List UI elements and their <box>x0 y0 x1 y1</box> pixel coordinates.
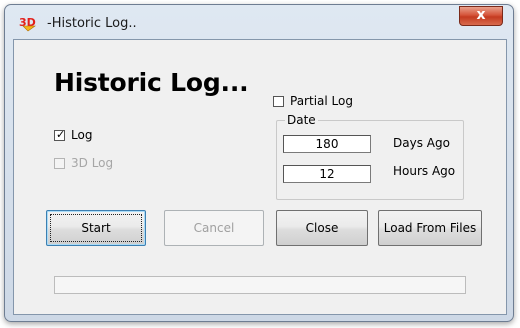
load-from-files-button[interactable]: Load From Files <box>378 210 482 246</box>
window-title: -Historic Log.. <box>47 16 137 31</box>
focus-rectangle <box>50 214 142 242</box>
days-ago-input[interactable]: 180 <box>283 135 371 153</box>
dialog-window: 3D -Historic Log.. x Historic Log... Par… <box>4 4 514 322</box>
cancel-button-label: Cancel <box>193 221 235 235</box>
cancel-button[interactable]: Cancel <box>164 210 264 246</box>
progress-bar <box>54 276 466 294</box>
partial-log-checkbox[interactable]: Partial Log <box>273 94 353 108</box>
days-ago-label: Days Ago <box>393 136 450 150</box>
checkbox-box[interactable]: ✓ <box>54 127 66 141</box>
3d-log-label: 3D Log <box>71 156 114 170</box>
checkbox-box[interactable] <box>273 95 284 107</box>
close-button[interactable]: Close <box>276 210 368 246</box>
checkmark-icon: ✓ <box>56 127 66 141</box>
load-from-files-label: Load From Files <box>383 221 477 235</box>
3d-log-checkbox[interactable]: 3D Log <box>54 156 113 170</box>
hours-ago-input[interactable]: 12 <box>283 165 371 183</box>
log-label: Log <box>71 128 93 142</box>
start-button[interactable]: Start <box>46 210 146 246</box>
3d-app-icon: 3D <box>19 14 39 32</box>
date-group-legend: Date <box>285 113 318 127</box>
checkbox-box[interactable] <box>54 157 65 169</box>
hours-ago-label: Hours Ago <box>393 164 456 178</box>
partial-log-label: Partial Log <box>290 94 353 108</box>
dialog-client-area: Historic Log... Partial Log ✓ Log 3D Log… <box>13 39 507 315</box>
log-checkbox[interactable]: ✓ Log <box>54 128 92 142</box>
page-title: Historic Log... <box>54 68 249 97</box>
title-bar[interactable]: 3D -Historic Log.. x <box>5 5 513 41</box>
date-group: Date 180 Days Ago 12 Hours Ago <box>276 113 464 200</box>
close-icon[interactable]: x <box>459 6 503 26</box>
close-button-label: Close <box>305 221 339 235</box>
